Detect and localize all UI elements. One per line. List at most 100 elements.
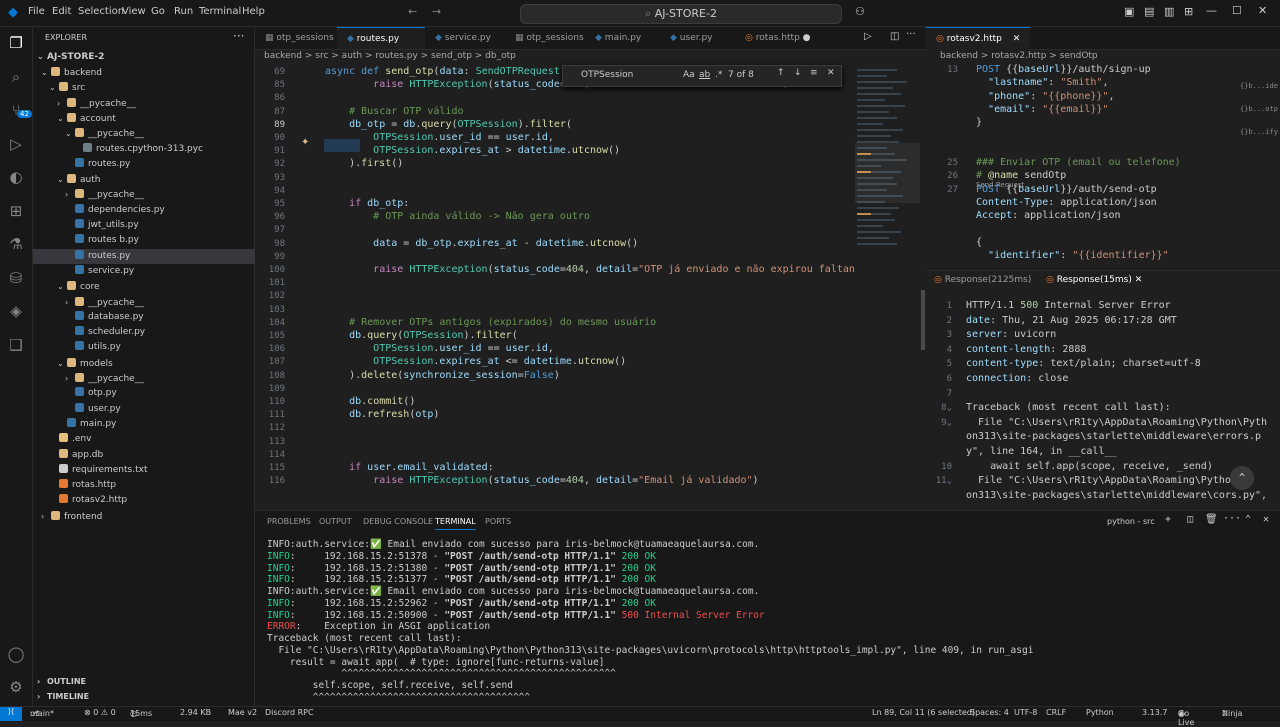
chevron-down-icon[interactable]: ⌄: [947, 403, 952, 413]
file-tree-item[interactable]: utils.py: [33, 340, 286, 355]
code-editor[interactable]: 69 async def send_otp(data: SendOTPReques…: [255, 63, 855, 509]
files-icon[interactable]: ❐: [6, 33, 26, 53]
panel-more-icon[interactable]: ···: [1223, 513, 1241, 524]
find-input[interactable]: OTPSession: [581, 70, 633, 80]
account-icon[interactable]: ◯: [6, 644, 26, 664]
file-tree-item[interactable]: ⌄ __pycache__: [33, 126, 286, 141]
terminal-shell-label[interactable]: python - src: [1107, 517, 1155, 526]
run-icon[interactable]: ▷: [864, 31, 872, 42]
file-tree-item[interactable]: › __pycache__: [33, 187, 286, 202]
discord-status[interactable]: Discord RPC: [265, 708, 314, 717]
eol-status[interactable]: CRLF: [1046, 708, 1066, 717]
file-tree-item[interactable]: ⌄ backend: [33, 65, 262, 80]
maximize-panel-icon[interactable]: ⌃: [1245, 514, 1251, 525]
file-tree-item[interactable]: routes.py: [33, 157, 286, 172]
file-tree-item[interactable]: rotas.http: [33, 478, 270, 493]
file-tree-item[interactable]: › __pycache__: [33, 96, 278, 111]
tab-rotas-http[interactable]: ◎ rotas.http ●: [735, 27, 825, 49]
extensions-icon[interactable]: ⊞: [6, 201, 26, 221]
menu-view[interactable]: View: [122, 6, 146, 17]
close-panel-icon[interactable]: ✕: [1263, 514, 1269, 525]
lightbulb-icon[interactable]: ✦: [301, 137, 309, 148]
outline-section[interactable]: › OUTLINE: [33, 674, 254, 689]
layout-sidebar-icon[interactable]: ▣: [1124, 5, 1134, 18]
editor-more-icon[interactable]: ···: [906, 29, 916, 40]
search-icon[interactable]: ⌕: [6, 67, 26, 87]
file-tree-item[interactable]: ⌄ src: [33, 80, 270, 95]
split-editor-icon[interactable]: ◫: [890, 31, 899, 42]
menu-run[interactable]: Run: [174, 6, 193, 17]
database-icon[interactable]: ⛁: [6, 268, 26, 288]
file-tree-item[interactable]: user.py: [33, 402, 286, 417]
run-debug-icon[interactable]: ▷: [6, 134, 26, 154]
tab-main-py[interactable]: ◆ main.py: [585, 27, 660, 49]
close-icon[interactable]: ✕: [1258, 4, 1267, 17]
http-editor[interactable]: 13 POST {{baseUrl}}/auth/sign-up "lastnam…: [926, 63, 1280, 269]
file-tree-item[interactable]: otp.py: [33, 386, 286, 401]
menu-file[interactable]: File: [28, 6, 45, 17]
next-match-icon[interactable]: ↓: [794, 68, 802, 78]
close-tab-icon[interactable]: ✕: [1013, 34, 1021, 44]
file-tree-item[interactable]: ⌄ core: [33, 279, 278, 294]
indentation-status[interactable]: Spaces: 4: [970, 708, 1009, 717]
timeline-section[interactable]: › TIMELINE: [33, 689, 254, 704]
back-icon[interactable]: ←: [408, 5, 417, 18]
menu-edit[interactable]: Edit: [52, 6, 71, 17]
menu-help[interactable]: Help: [242, 6, 265, 17]
remote-indicator[interactable]: ⟩⟨: [0, 707, 22, 721]
file-tree-item[interactable]: ⌄ models: [33, 356, 278, 371]
mae-status[interactable]: Mae v2: [228, 708, 257, 717]
file-tree-item[interactable]: app.db: [33, 448, 270, 463]
response-tab[interactable]: ◎ Response(2125ms): [934, 275, 1031, 285]
menu-selection[interactable]: Selection: [78, 6, 124, 17]
menu-go[interactable]: Go: [151, 6, 165, 17]
settings-icon[interactable]: ⚙: [6, 677, 26, 697]
close-find-icon[interactable]: ✕: [827, 68, 835, 78]
file-tree-item[interactable]: dependencies.py: [33, 203, 286, 218]
file-tree-item[interactable]: rotasv2.http: [33, 493, 270, 508]
file-tree-item[interactable]: ⌄ auth: [33, 172, 278, 187]
command-center-search[interactable]: ⌕ AJ-STORE-2: [520, 4, 842, 24]
response-panel[interactable]: ◎ Response(2125ms) ◎ Response(15ms) ✕ 1 HTT…: [926, 270, 1280, 507]
language-status[interactable]: Python: [1086, 708, 1114, 717]
more-actions-icon[interactable]: ···: [233, 29, 244, 43]
tab-otp-sessions[interactable]: ▦ otp_sessions: [255, 27, 337, 49]
file-tree-item[interactable]: routes.py: [33, 248, 286, 264]
new-terminal-icon[interactable]: +: [1165, 514, 1171, 525]
trash-icon[interactable]: 🗑: [1205, 514, 1218, 525]
file-tree-item[interactable]: service.py: [33, 264, 286, 279]
split-terminal-icon[interactable]: ◫: [1187, 514, 1193, 525]
tab-rotasv2-http[interactable]: ◎ rotasv2.http ✕: [926, 27, 1031, 50]
panel-tab-problems[interactable]: PROBLEMS: [267, 517, 311, 526]
chevron-down-icon[interactable]: ⌄: [947, 476, 952, 486]
file-tree-item[interactable]: main.py: [33, 417, 278, 432]
panel-tab-output[interactable]: OUTPUT: [319, 517, 352, 526]
bookmark-icon[interactable]: ❑: [6, 335, 26, 355]
tab-otp-sessions[interactable]: ▦ otp_sessions: [505, 27, 585, 49]
python-version[interactable]: 3.13.7: [1142, 708, 1167, 717]
previous-match-icon[interactable]: ↑: [777, 68, 785, 78]
copilot-icon[interactable]: ⚇: [855, 5, 865, 18]
minimize-icon[interactable]: —: [1206, 4, 1217, 17]
send-request-codelens[interactable]: Send Request: [976, 181, 1024, 189]
panel-tab-debug-console[interactable]: DEBUG CONSOLE: [363, 517, 433, 526]
chevron-down-icon[interactable]: ⌄: [947, 418, 952, 428]
right-breadcrumb[interactable]: backend > rotasv2.http > sendOtp: [940, 51, 1098, 61]
forward-icon[interactable]: →: [432, 5, 441, 18]
tab-user-py[interactable]: ◆ user.py: [660, 27, 735, 49]
layout-secondary-icon[interactable]: ▥: [1164, 5, 1174, 18]
tab-service-py[interactable]: ◆ service.py: [425, 27, 505, 49]
minimap[interactable]: [855, 63, 920, 509]
close-tab-icon[interactable]: ✕: [1132, 275, 1143, 285]
maximize-icon[interactable]: ☐: [1232, 4, 1242, 17]
match-case-toggle[interactable]: Aa: [683, 70, 695, 80]
layers-icon[interactable]: ◈: [6, 301, 26, 321]
file-tree-item[interactable]: › __pycache__: [33, 371, 286, 386]
panel-tab-ports[interactable]: PORTS: [485, 517, 511, 526]
whole-word-toggle[interactable]: ab: [699, 70, 710, 80]
right-scrollbar[interactable]: [921, 290, 925, 350]
response-tab[interactable]: ◎ Response(15ms) ✕: [1046, 275, 1142, 285]
file-tree-item[interactable]: .env: [33, 432, 270, 447]
encoding-status[interactable]: UTF-8: [1014, 708, 1037, 717]
testing-icon[interactable]: ⚗: [6, 234, 26, 254]
